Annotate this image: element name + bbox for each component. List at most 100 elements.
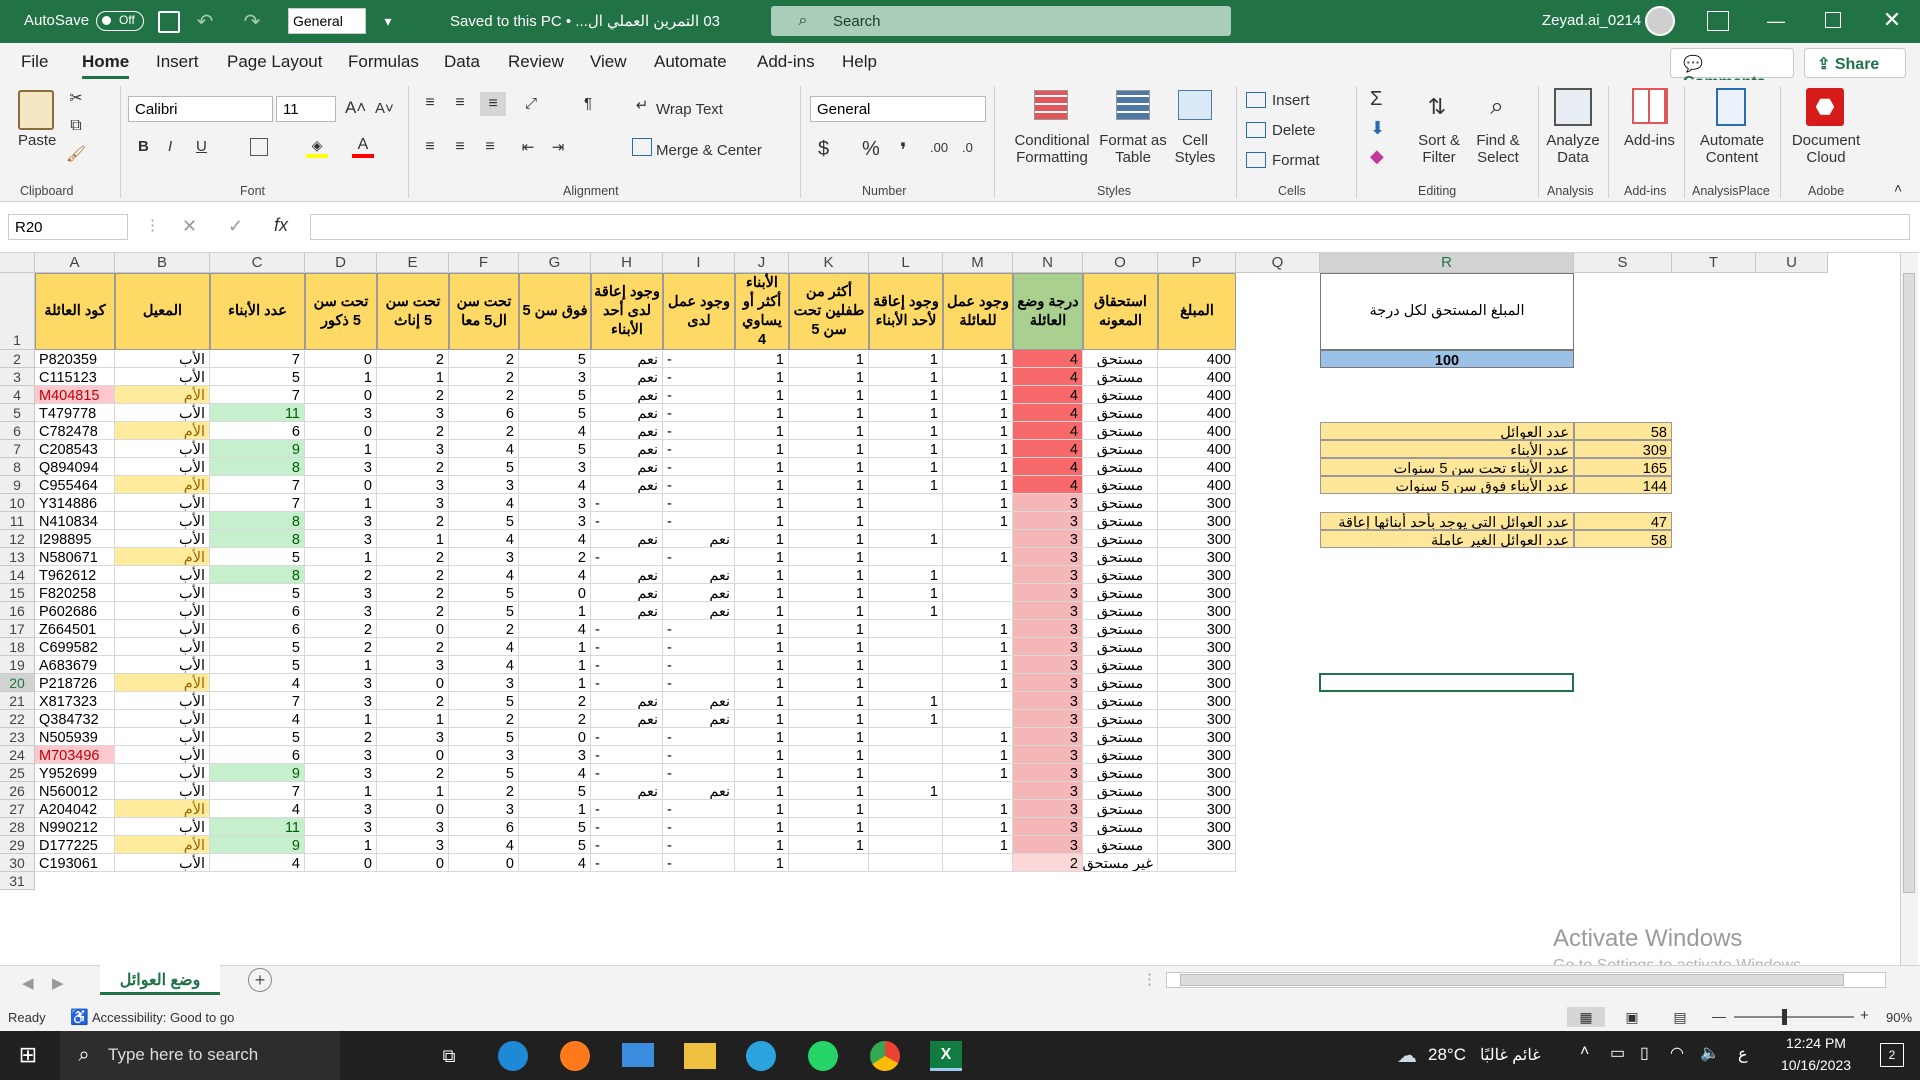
close-icon[interactable]: ✕ <box>1880 7 1904 32</box>
table-cell[interactable] <box>943 782 1013 800</box>
table-cell[interactable]: 0 <box>305 386 377 404</box>
table-cell[interactable]: 3 <box>1013 818 1083 836</box>
table-cell[interactable]: 1 <box>735 440 789 458</box>
table-cell[interactable]: 1 <box>869 692 943 710</box>
undo-icon[interactable]: ↶ <box>193 9 217 33</box>
worksheet-grid[interactable]: A B C D E F G H I J K L M N O P Q R S T U 1 2 3 4 5 6 7 8 9 10 11 12 13 14… <box>0 253 1920 965</box>
table-cell[interactable]: 3 <box>519 368 591 386</box>
table-cell[interactable]: 1 <box>735 836 789 854</box>
table-cell[interactable]: 1 <box>789 386 869 404</box>
table-cell[interactable]: 3 <box>377 404 449 422</box>
table-cell[interactable]: 6 <box>210 602 305 620</box>
table-cell[interactable]: M703496 <box>35 746 115 764</box>
table-cell[interactable]: الأب <box>115 638 210 656</box>
column-header[interactable]: P <box>1158 253 1236 273</box>
tab-home[interactable]: Home <box>82 52 130 79</box>
table-cell[interactable] <box>869 638 943 656</box>
stat-label[interactable]: عدد الأبناء تحت سن 5 سنوات <box>1320 458 1574 476</box>
wrap-text-button[interactable]: Wrap Text <box>656 101 723 118</box>
table-cell[interactable]: نعم <box>591 602 663 620</box>
sort-filter-button[interactable]: Sort & Filter <box>1414 132 1464 166</box>
table-cell[interactable]: - <box>663 440 735 458</box>
telegram-icon[interactable] <box>746 1041 776 1071</box>
table-cell[interactable]: 3 <box>1013 692 1083 710</box>
table-cell[interactable]: نعم <box>591 440 663 458</box>
document-title[interactable]: 03 التمرين العملي ال... • Saved to this … <box>450 12 720 30</box>
column-header[interactable]: S <box>1574 253 1672 273</box>
column-header[interactable]: N <box>1013 253 1083 273</box>
table-cell[interactable]: 5 <box>449 692 519 710</box>
table-cell[interactable]: 7 <box>210 494 305 512</box>
table-cell[interactable]: 400 <box>1158 458 1236 476</box>
table-cell[interactable]: 1 <box>305 548 377 566</box>
table-cell[interactable]: T479778 <box>35 404 115 422</box>
stat-value[interactable]: 165 <box>1574 458 1672 476</box>
table-cell[interactable]: 9 <box>210 836 305 854</box>
table-cell[interactable]: 6 <box>449 818 519 836</box>
chrome-icon[interactable] <box>870 1041 900 1071</box>
table-cell[interactable]: 0 <box>377 800 449 818</box>
table-cell[interactable]: C208543 <box>35 440 115 458</box>
column-header[interactable]: R <box>1320 253 1574 273</box>
table-cell[interactable]: مستحق <box>1083 512 1158 530</box>
align-left-icon[interactable]: ≡ <box>420 138 440 156</box>
analyze-data-button[interactable]: Analyze Data <box>1546 132 1600 166</box>
table-cell[interactable]: C782478 <box>35 422 115 440</box>
table-cell[interactable]: 1 <box>305 656 377 674</box>
table-cell[interactable]: مستحق <box>1083 836 1158 854</box>
zoom-level[interactable]: 90% <box>1886 1010 1912 1025</box>
table-cell[interactable]: 1 <box>943 656 1013 674</box>
comma-icon[interactable]: ❜ <box>900 138 906 163</box>
table-cell[interactable]: 1 <box>735 458 789 476</box>
notifications-icon[interactable]: 2 <box>1880 1043 1904 1067</box>
table-cell[interactable]: نعم <box>591 368 663 386</box>
table-cell[interactable]: نعم <box>663 710 735 728</box>
table-cell[interactable]: 4 <box>449 440 519 458</box>
table-cell[interactable]: مستحق <box>1083 404 1158 422</box>
table-cell[interactable]: 0 <box>305 476 377 494</box>
table-cell[interactable]: Q894094 <box>35 458 115 476</box>
table-cell[interactable]: الأب <box>115 620 210 638</box>
table-cell[interactable]: 1 <box>789 836 869 854</box>
table-cell[interactable]: 3 <box>305 674 377 692</box>
table-cell[interactable] <box>943 530 1013 548</box>
table-cell[interactable] <box>869 800 943 818</box>
row-header[interactable]: 2 <box>0 350 35 368</box>
stat-label[interactable]: عدد العوائل التي يوجد بأحد أبنائها إعاقة <box>1320 512 1574 530</box>
table-cell[interactable]: - <box>663 512 735 530</box>
table-cell[interactable]: 300 <box>1158 602 1236 620</box>
column-header[interactable]: T <box>1672 253 1756 273</box>
table-cell[interactable]: الأب <box>115 404 210 422</box>
edge-icon[interactable] <box>498 1041 528 1071</box>
share-button[interactable]: ⇪ Share <box>1804 48 1906 78</box>
table-cell[interactable]: 1 <box>735 602 789 620</box>
table-cell[interactable]: 2 <box>519 548 591 566</box>
table-cell[interactable]: 3 <box>1013 602 1083 620</box>
table-cell[interactable]: 3 <box>1013 494 1083 512</box>
table-cell[interactable]: 3 <box>305 818 377 836</box>
table-cell[interactable]: Z664501 <box>35 620 115 638</box>
table-cell[interactable]: 3 <box>1013 674 1083 692</box>
cancel-icon[interactable]: ✕ <box>182 216 197 237</box>
table-cell[interactable]: 300 <box>1158 818 1236 836</box>
table-cell[interactable]: 300 <box>1158 584 1236 602</box>
ribbon-display-icon[interactable] <box>1707 11 1729 31</box>
row-header[interactable]: 17 <box>0 620 35 638</box>
table-cell[interactable]: 1 <box>869 440 943 458</box>
delete-cells-button[interactable]: Delete <box>1272 122 1315 139</box>
table-cell[interactable]: - <box>591 548 663 566</box>
table-cell[interactable]: 300 <box>1158 512 1236 530</box>
table-cell[interactable]: - <box>591 620 663 638</box>
table-cell[interactable]: 0 <box>377 674 449 692</box>
row-header[interactable]: 22 <box>0 710 35 728</box>
table-cell[interactable]: 2 <box>449 782 519 800</box>
table-cell[interactable] <box>869 728 943 746</box>
table-cell[interactable] <box>869 836 943 854</box>
table-cell[interactable]: الأب <box>115 764 210 782</box>
table-cell[interactable]: نعم <box>591 530 663 548</box>
table-cell[interactable]: 0 <box>519 728 591 746</box>
row-header[interactable]: 3 <box>0 368 35 386</box>
stat-value[interactable]: 144 <box>1574 476 1672 494</box>
table-cell[interactable]: 4 <box>449 638 519 656</box>
table-cell[interactable]: 400 <box>1158 350 1236 368</box>
